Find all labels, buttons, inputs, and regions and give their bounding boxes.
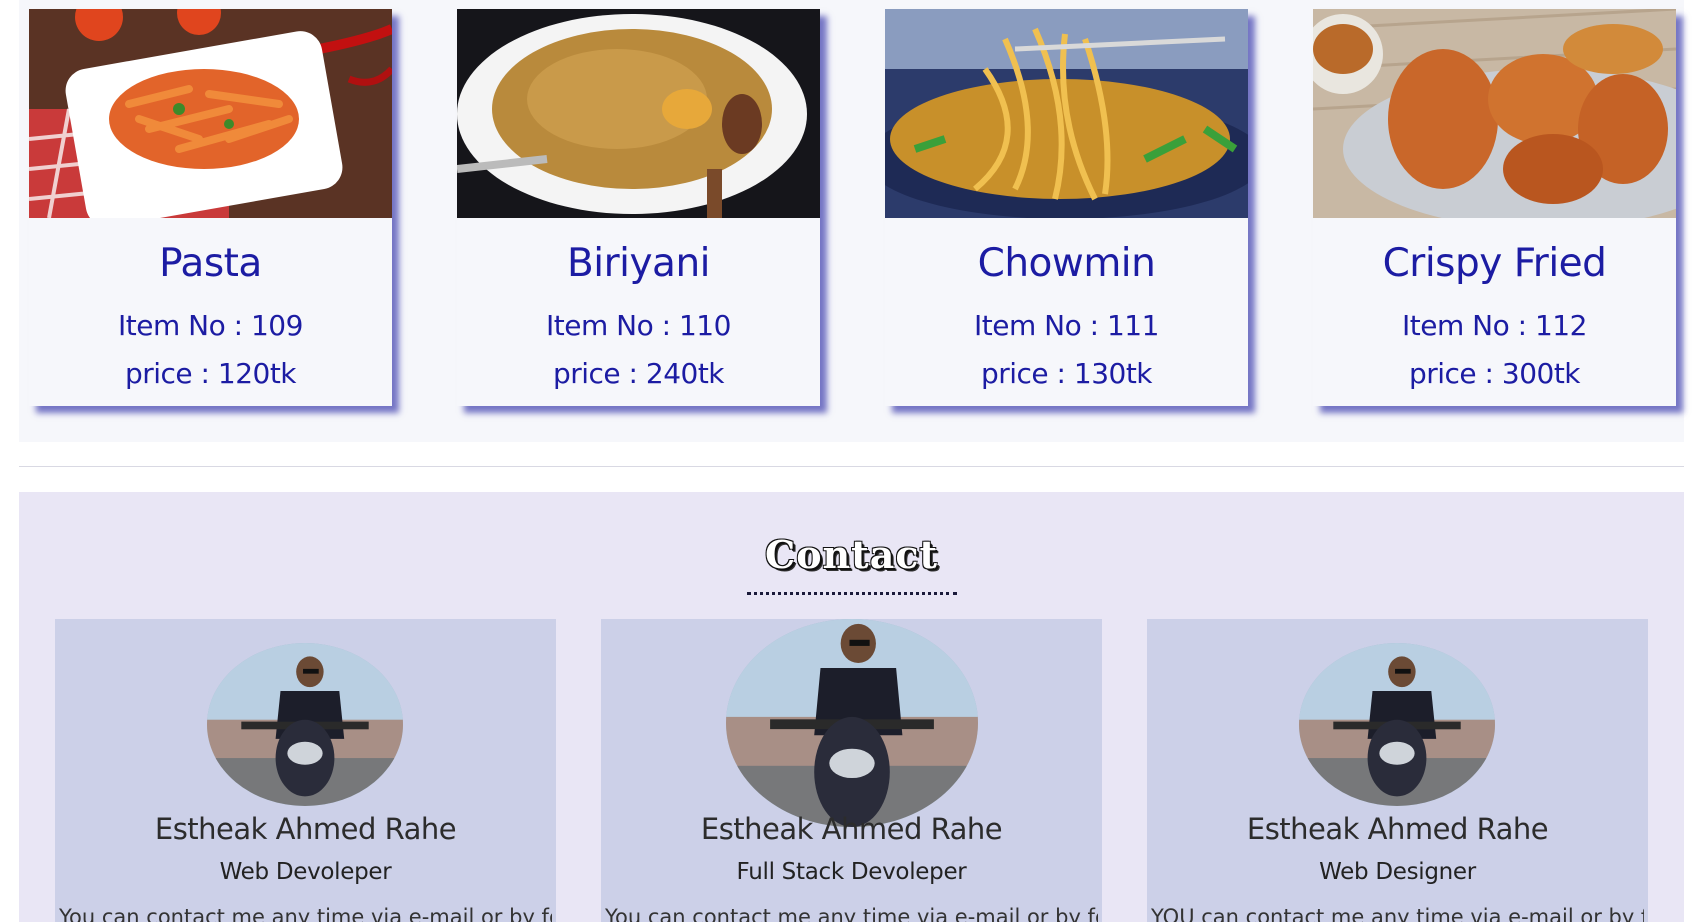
food-card-crispy-fried[interactable]: Crispy Fried Item No : 112 price : 300tk	[1313, 9, 1676, 406]
biriyani-image	[457, 9, 820, 218]
profile-description: YOU can contact me any time via e-mail o…	[1151, 905, 1644, 922]
food-card-chowmin[interactable]: Chowmin Item No : 111 price : 130tk	[885, 9, 1248, 406]
food-name: Chowmin	[977, 241, 1156, 286]
profile-avatar	[1299, 643, 1495, 806]
food-price: price : 120tk	[124, 357, 297, 390]
food-item-no: Item No : 112	[1402, 309, 1587, 342]
profile-description: You can contact me any time via e-mail o…	[605, 905, 1098, 922]
profile-card[interactable]: Estheak Ahmed Rahe Web Devoleper You can…	[55, 619, 556, 922]
food-menu-section: Pasta Item No : 109 price : 120tk Biriya…	[19, 0, 1684, 442]
contact-heading: Contact	[764, 532, 939, 577]
contact-section: Contact Estheak Ahmed Rahe Web Devoleper…	[19, 492, 1684, 922]
profile-role: Full Stack Devoleper	[736, 859, 967, 885]
food-item-no: Item No : 109	[118, 309, 303, 342]
profile-avatar	[726, 619, 978, 827]
profile-role: Web Devoleper	[219, 859, 392, 885]
food-item-no: Item No : 111	[974, 309, 1159, 342]
profile-role: Web Designer	[1319, 859, 1476, 885]
pasta-image	[29, 9, 392, 218]
food-price: price : 300tk	[1408, 357, 1581, 390]
chowmin-image	[885, 9, 1248, 218]
profile-name: Estheak Ahmed Rahe	[1246, 812, 1549, 846]
fried-chicken-image	[1313, 9, 1676, 218]
food-name: Pasta	[159, 241, 262, 286]
section-divider	[19, 466, 1684, 467]
food-name: Crispy Fried	[1382, 241, 1607, 286]
profile-card[interactable]: Estheak Ahmed Rahe Full Stack Devoleper …	[601, 619, 1102, 922]
profile-description: You can contact me any time via e-mail o…	[59, 905, 552, 922]
profile-avatar	[207, 643, 403, 806]
food-name: Biriyani	[567, 241, 711, 286]
food-card-pasta[interactable]: Pasta Item No : 109 price : 120tk	[29, 9, 392, 406]
profile-name: Estheak Ahmed Rahe	[700, 812, 1003, 846]
profile-name: Estheak Ahmed Rahe	[154, 812, 457, 846]
food-card-biriyani[interactable]: Biriyani Item No : 110 price : 240tk	[457, 9, 820, 406]
food-price: price : 240tk	[552, 357, 725, 390]
profile-card[interactable]: Estheak Ahmed Rahe Web Designer YOU can …	[1147, 619, 1648, 922]
food-price: price : 130tk	[980, 357, 1153, 390]
contact-heading-underline	[747, 592, 957, 595]
food-item-no: Item No : 110	[546, 309, 731, 342]
